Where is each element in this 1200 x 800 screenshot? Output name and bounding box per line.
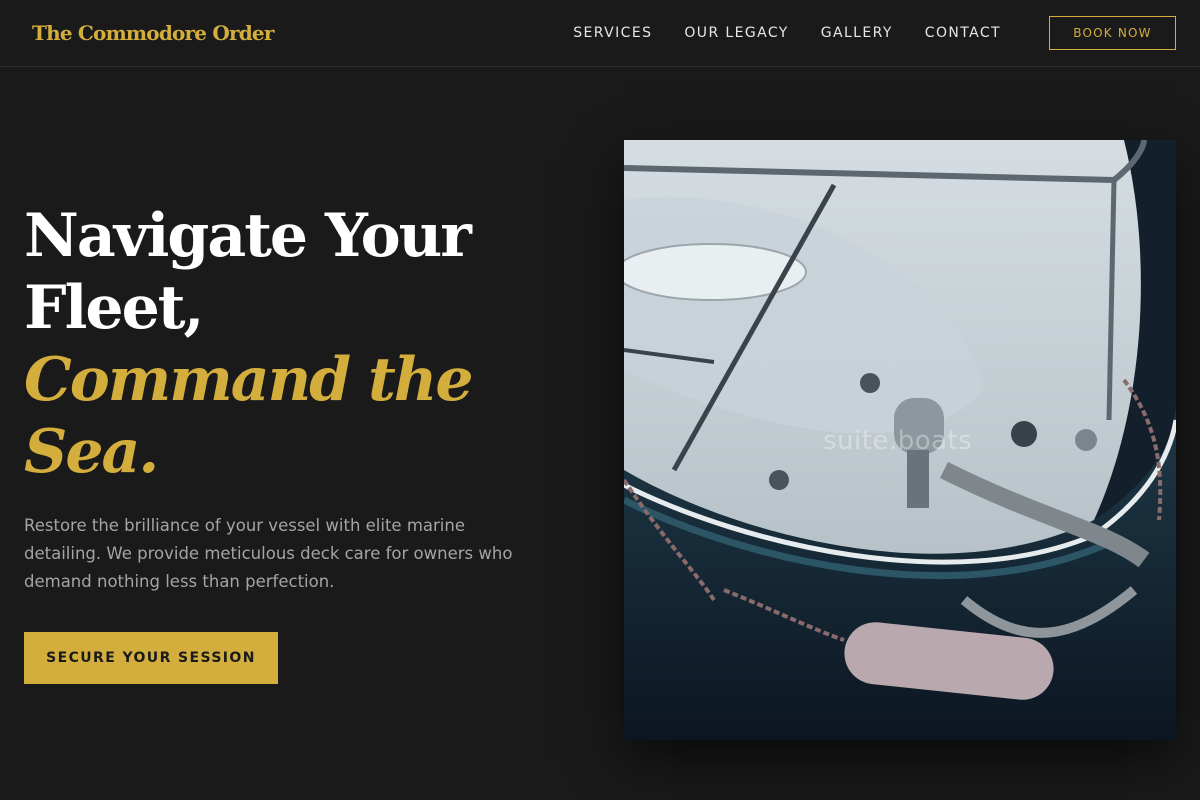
nav-link-services[interactable]: SERVICES xyxy=(573,25,652,41)
headline-accent-2: Sea. xyxy=(24,417,159,487)
hero-subtext: Restore the brilliance of your vessel wi… xyxy=(24,516,513,591)
top-nav: The Commodore Order SERVICES OUR LEGACY … xyxy=(0,0,1200,67)
nav-link-our-legacy[interactable]: OUR LEGACY xyxy=(684,25,788,41)
headline-line-2: Fleet, xyxy=(24,273,204,343)
book-now-button[interactable]: BOOK NOW xyxy=(1049,16,1176,50)
boat-hero-image: suite.boats xyxy=(624,140,1176,740)
nav-link-gallery[interactable]: GALLERY xyxy=(821,25,893,41)
brand-logo[interactable]: The Commodore Order xyxy=(32,21,274,45)
hero-content: Navigate Your Fleet, Command the Sea. Re… xyxy=(24,200,584,684)
headline-line-1: Navigate Your xyxy=(24,201,472,271)
nav-link-contact[interactable]: CONTACT xyxy=(925,25,1001,41)
hero-headline: Navigate Your Fleet, Command the Sea. xyxy=(24,200,584,488)
secure-session-button[interactable]: SECURE YOUR SESSION xyxy=(24,632,278,684)
headline-accent-1: Command the xyxy=(24,345,474,415)
nav-links: SERVICES OUR LEGACY GALLERY CONTACT xyxy=(573,25,1001,41)
image-watermark: suite.boats xyxy=(823,426,973,456)
